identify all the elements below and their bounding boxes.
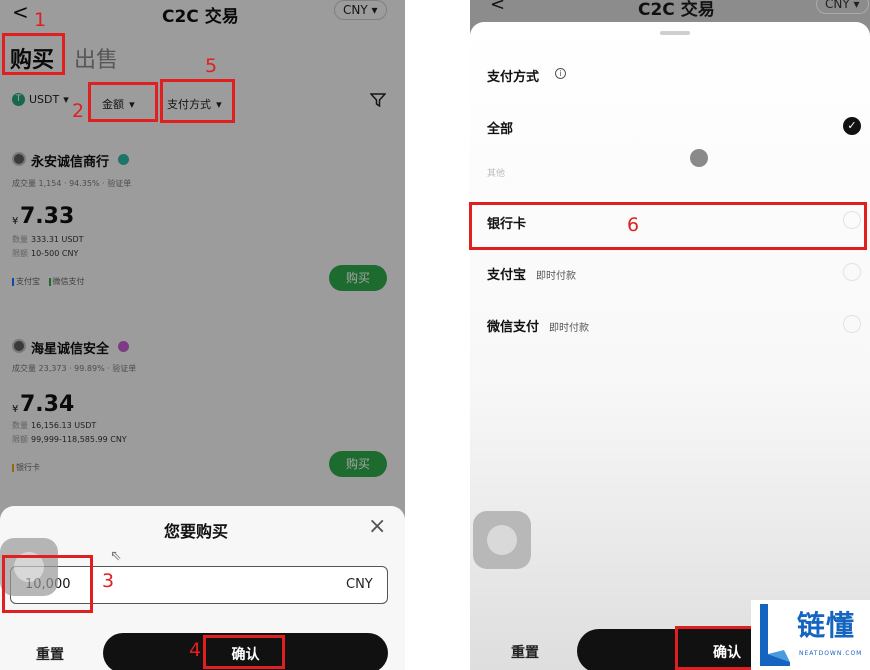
currency-selector[interactable]: CNY ▾: [816, 0, 869, 14]
annotation-box-1: [2, 33, 65, 75]
watermark-brand: 链懂: [797, 609, 856, 642]
annotation-box-2: [88, 82, 158, 122]
option-label: 全部: [487, 122, 514, 137]
annotation-box-confirm: [675, 626, 755, 670]
close-icon[interactable]: ×: [368, 514, 386, 539]
watermark-logo: 链懂 NEATDOWN.COM: [751, 600, 870, 670]
annotation-number: 4: [189, 639, 202, 661]
annotation-number: 3: [102, 570, 115, 592]
touch-indicator: [690, 149, 708, 167]
annotation-number: 6: [627, 214, 640, 236]
reset-button[interactable]: 重置: [511, 642, 539, 662]
payment-option-other[interactable]: 其他: [470, 158, 870, 188]
assistive-touch-icon: [487, 525, 517, 555]
currency-label: CNY: [825, 0, 850, 11]
radio-button[interactable]: [843, 315, 861, 333]
annotation-box-6: [469, 202, 867, 250]
sheet-handle[interactable]: [660, 31, 690, 35]
option-label: 其他: [487, 169, 506, 179]
dialog-title: 您要购买: [164, 522, 229, 541]
payment-option-wechat[interactable]: 微信支付 即时付款: [470, 312, 870, 342]
option-label: 支付宝: [487, 268, 527, 283]
chevron-down-icon: ▾: [853, 0, 860, 11]
option-subtitle: 即时付款: [549, 323, 590, 334]
right-phone-screen: < C2C 交易 CNY ▾ 支付方式 i 全部 ✓ 其他 银行卡 支付宝 即时付…: [470, 0, 870, 670]
annotation-number: 5: [205, 55, 218, 77]
annotation-box-5: [160, 79, 235, 123]
reset-button[interactable]: 重置: [36, 644, 64, 664]
sheet-title: 支付方式: [487, 70, 540, 85]
watermark-site: NEATDOWN.COM: [799, 650, 863, 657]
amount-currency: CNY: [346, 577, 373, 592]
logo-mark-icon: [760, 604, 790, 666]
checkmark-icon: ✓: [843, 117, 861, 135]
info-icon[interactable]: i: [555, 68, 566, 79]
back-icon[interactable]: <: [490, 0, 505, 15]
payment-option-alipay[interactable]: 支付宝 即时付款: [470, 260, 870, 290]
option-label: 微信支付: [487, 320, 540, 335]
radio-button[interactable]: [843, 263, 861, 281]
assistive-touch-button[interactable]: [473, 511, 531, 569]
annotation-number: 2: [72, 100, 85, 122]
annotation-box-3: [2, 555, 93, 613]
annotation-number: 1: [34, 9, 47, 31]
page-title: C2C 交易: [638, 0, 715, 20]
annotation-box-4: [203, 635, 285, 669]
option-subtitle: 即时付款: [536, 271, 577, 282]
cursor-pointer-icon: ⇖: [110, 548, 122, 564]
payment-method-sheet: 支付方式 i 全部 ✓ 其他 银行卡 支付宝 即时付款 微信支付 即时付款 重置 确…: [470, 22, 870, 670]
payment-option-all[interactable]: 全部 ✓: [470, 108, 870, 144]
